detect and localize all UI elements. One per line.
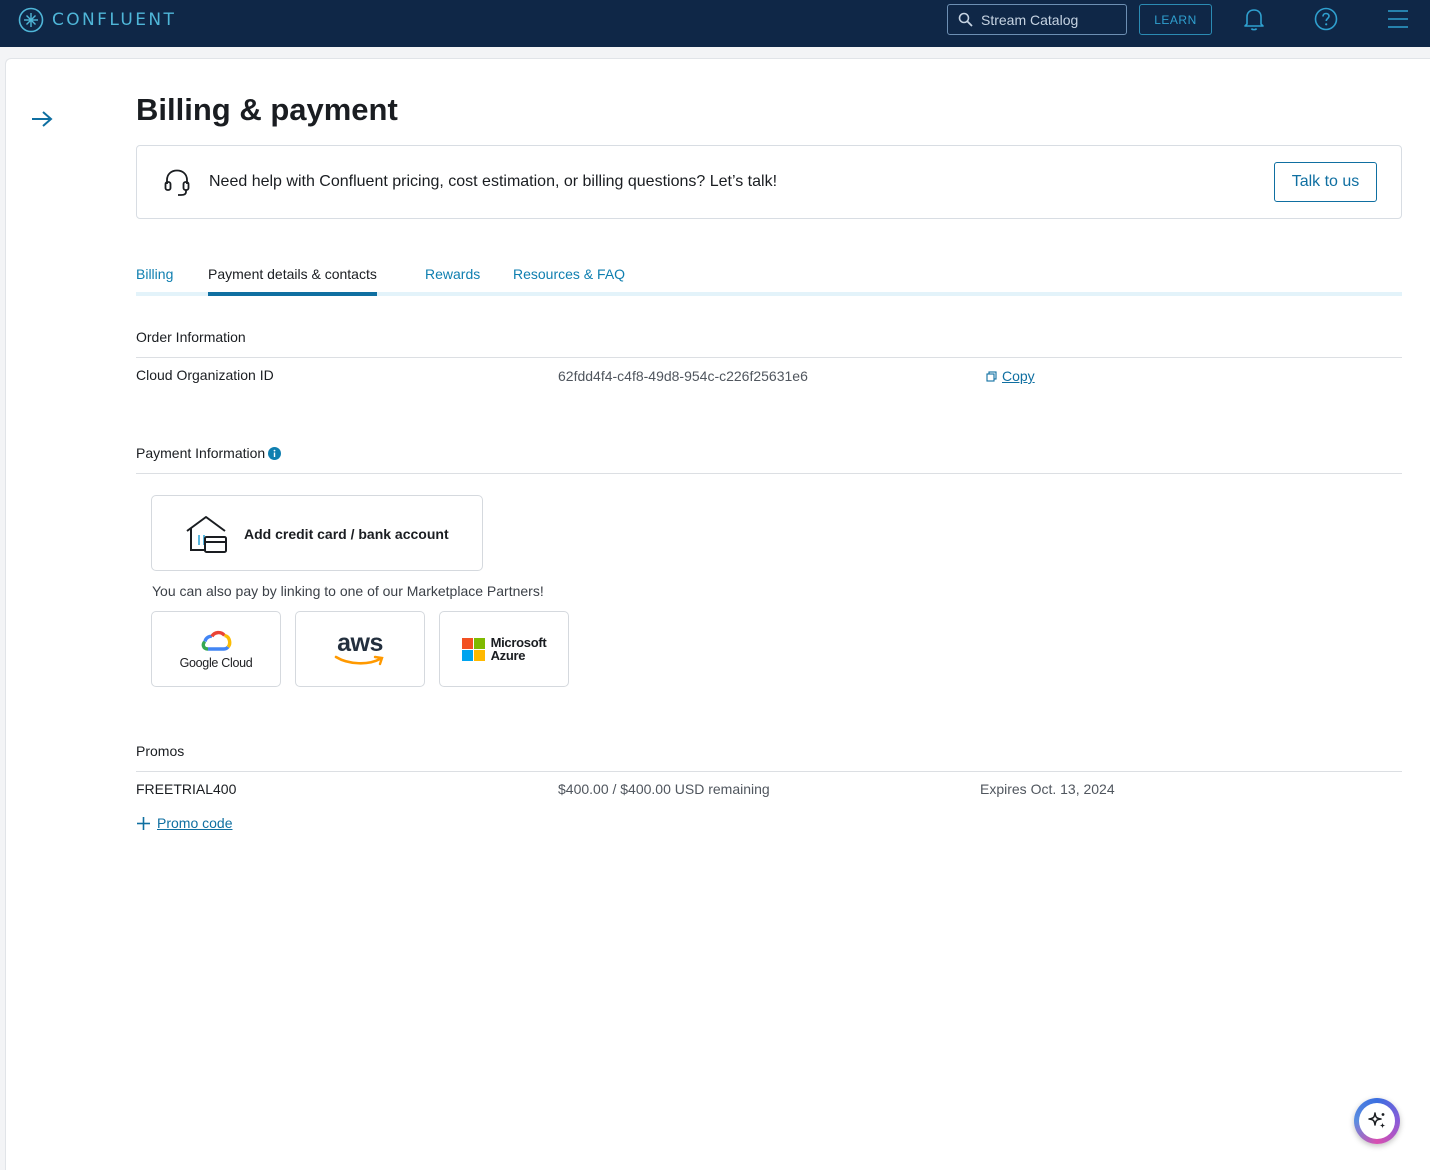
top-navigation-bar: CONFLUENT LEARN <box>0 0 1430 47</box>
order-information-title: Order Information <box>136 329 246 345</box>
tab-rewards[interactable]: Rewards <box>425 266 480 292</box>
google-cloud-partner-button[interactable]: Google Cloud <box>151 611 281 687</box>
copy-icon <box>986 370 997 382</box>
order-information-heading: Order Information <box>136 329 246 345</box>
aws-text: aws <box>337 629 383 657</box>
promos-heading: Promos <box>136 743 184 759</box>
confluent-logo[interactable]: CONFLUENT <box>18 7 176 33</box>
plus-icon <box>137 816 150 830</box>
payment-information-title: Payment Information <box>136 445 266 461</box>
notifications-button[interactable] <box>1241 6 1267 32</box>
stream-catalog-search[interactable] <box>947 4 1127 35</box>
divider <box>136 473 1402 474</box>
help-circle-icon <box>1314 7 1338 31</box>
google-cloud-logo: Google Cloud <box>180 629 253 670</box>
search-input[interactable] <box>981 11 1121 28</box>
search-icon <box>958 12 973 27</box>
expand-sidebar-button[interactable] <box>30 108 54 130</box>
aws-partner-button[interactable]: aws <box>295 611 425 687</box>
tab-billing[interactable]: Billing <box>136 266 173 292</box>
help-banner: Need help with Confluent pricing, cost e… <box>136 145 1402 219</box>
google-cloud-icon <box>201 630 232 651</box>
talk-to-us-button[interactable]: Talk to us <box>1274 162 1377 202</box>
promo-expiry-value: Expires Oct. 13, 2024 <box>980 781 1115 797</box>
learn-button[interactable]: LEARN <box>1139 4 1212 35</box>
promo-remaining-value: $400.00 / $400.00 USD remaining <box>558 781 770 797</box>
logo-text: CONFLUENT <box>52 10 177 30</box>
ai-assistant-button[interactable] <box>1354 1098 1400 1144</box>
google-cloud-text: Google Cloud <box>179 655 253 670</box>
arrow-right-icon <box>32 111 53 127</box>
add-promo-code-link[interactable]: Promo code <box>136 815 232 831</box>
hamburger-menu-icon <box>1388 10 1408 28</box>
tab-payment-details-contacts[interactable]: Payment details & contacts <box>208 266 377 296</box>
promos-title: Promos <box>136 743 185 759</box>
promo-code-label: Promo code <box>157 815 233 831</box>
copy-label: Copy <box>1002 368 1035 384</box>
bank-card-icon <box>186 516 227 553</box>
page-title: Billing & payment <box>136 92 398 127</box>
add-credit-card-button[interactable]: Add credit card / bank account <box>151 495 483 571</box>
aws-smile-icon <box>334 655 384 666</box>
azure-text: Azure <box>490 648 526 663</box>
add-card-label: Add credit card / bank account <box>244 526 449 542</box>
help-button[interactable] <box>1313 6 1339 32</box>
copy-org-id-link[interactable]: Copy <box>986 368 1035 384</box>
cloud-org-id-value: 62fdd4f4-c4f8-49d8-954c-c226f25631e6 <box>558 368 808 384</box>
microsoft-logo-icon <box>461 637 485 661</box>
bell-icon <box>1244 9 1264 31</box>
microsoft-azure-logo: Microsoft Azure <box>461 636 547 663</box>
tab-resources-faq[interactable]: Resources & FAQ <box>513 266 625 292</box>
payment-information-heading: Payment Information <box>136 445 282 461</box>
aws-logo: aws <box>334 629 386 666</box>
sparkle-icon <box>1368 1112 1386 1129</box>
promo-code-value: FREETRIAL400 <box>136 781 237 797</box>
divider <box>136 357 1402 358</box>
microsoft-azure-partner-button[interactable]: Microsoft Azure <box>439 611 569 687</box>
confluent-logo-icon <box>18 7 44 33</box>
marketplace-partners-text: You can also pay by linking to one of ou… <box>152 583 544 599</box>
billing-tabs: Billing Payment details & contacts Rewar… <box>136 262 1402 296</box>
info-icon[interactable] <box>268 446 282 460</box>
ai-assistant-inner <box>1359 1103 1395 1139</box>
help-banner-text: Need help with Confluent pricing, cost e… <box>209 173 778 190</box>
main-menu-button[interactable] <box>1385 6 1411 32</box>
cloud-org-id-label: Cloud Organization ID <box>136 367 274 383</box>
divider <box>136 771 1402 772</box>
headset-icon <box>164 169 190 196</box>
